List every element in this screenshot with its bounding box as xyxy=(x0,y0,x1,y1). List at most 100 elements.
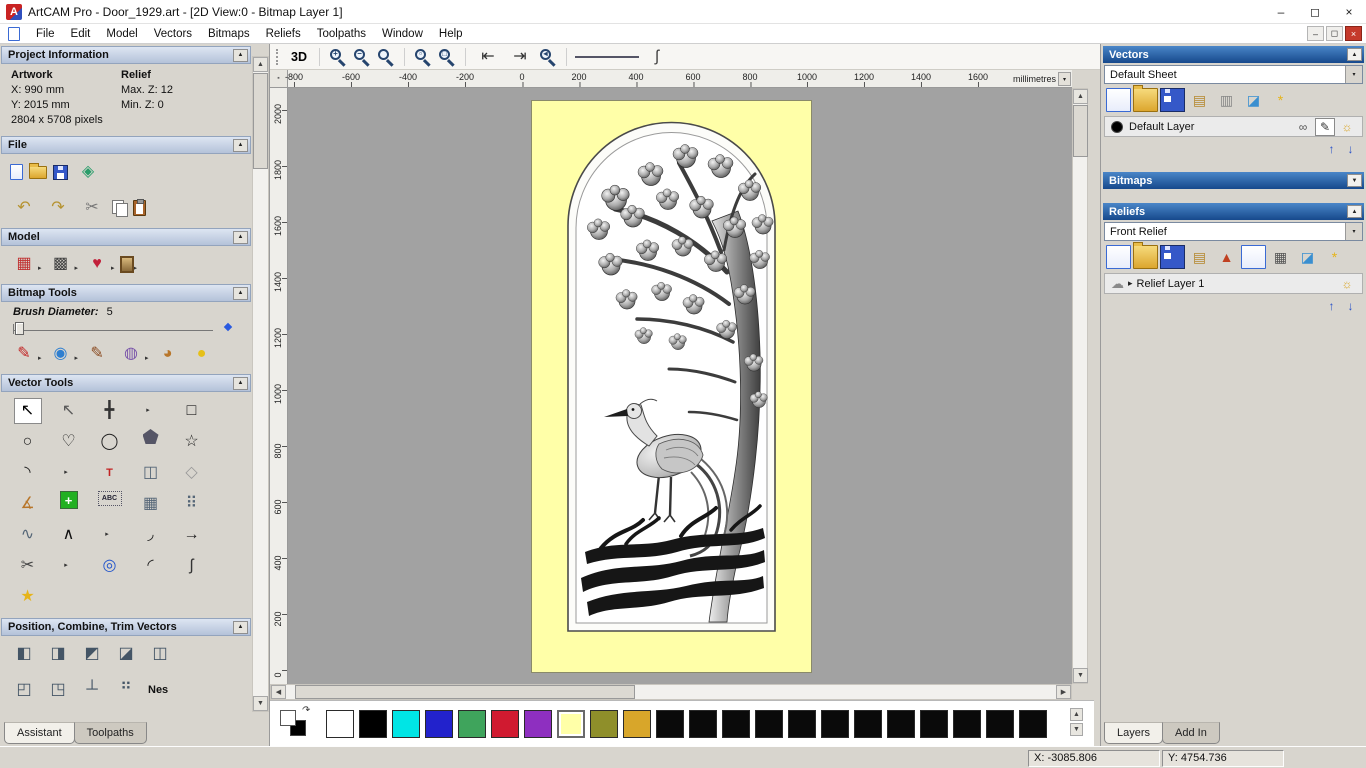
section-profile-icon[interactable]: ʃ xyxy=(178,553,206,579)
colour-swatch-black-10[interactable] xyxy=(920,709,948,738)
colour-swatch-black-2[interactable] xyxy=(656,709,684,738)
colour-blend-icon[interactable]: ◕ xyxy=(154,341,182,367)
nudge-icon[interactable]: ⠛ xyxy=(112,677,140,703)
colour-swatch-black-11[interactable] xyxy=(953,709,981,738)
collapse-reliefs-button[interactable]: ▲ xyxy=(1347,205,1362,218)
minimize-button[interactable]: – xyxy=(1264,0,1298,23)
scroll-down-button[interactable]: ▼ xyxy=(1073,668,1088,683)
canvas-horizontal-scrollbar[interactable]: ◀ ▶ xyxy=(270,684,1072,700)
align-top-icon[interactable]: ◩ xyxy=(78,641,106,667)
node-editing-icon[interactable]: ↖ xyxy=(55,398,83,424)
lips-relief-icon-menu[interactable]: ▸ xyxy=(111,264,115,272)
curve-fit-icon[interactable]: ∿ xyxy=(14,522,42,548)
relief-layer-down-icon[interactable]: ↓ xyxy=(1343,298,1358,313)
stack-relief-icon[interactable]: ▤ xyxy=(1187,245,1212,269)
paste-icon[interactable] xyxy=(133,199,146,216)
bezier-handle-icon[interactable]: ʃ xyxy=(643,44,671,70)
line-width-sample[interactable] xyxy=(574,55,639,58)
arc-tool-icon[interactable]: ◝ xyxy=(14,460,42,486)
fillet-tool-icon[interactable]: ◜ xyxy=(137,553,165,579)
polyline-tool-icon-menu[interactable]: ▸ xyxy=(105,530,109,548)
ellipse-tool-icon[interactable]: ◯ xyxy=(96,429,124,455)
polygon-tool-icon[interactable] xyxy=(142,429,159,444)
close-button[interactable]: × xyxy=(1332,0,1366,23)
star-tool-icon[interactable]: ☆ xyxy=(178,429,206,455)
text-tool-icon[interactable]: T xyxy=(104,460,115,486)
smooth-relief-icon[interactable]: ◪ xyxy=(1295,245,1320,269)
vector-layer-down-icon[interactable]: ↓ xyxy=(1343,141,1358,156)
collapse-model-button[interactable]: ▲ xyxy=(233,230,248,244)
view-3d-button[interactable]: 3D xyxy=(285,50,313,64)
nest-vectors-label[interactable]: Nes xyxy=(146,677,170,703)
polyline-tool-icon[interactable]: ∧ xyxy=(55,522,83,548)
vector-layer-colour[interactable] xyxy=(1111,120,1123,133)
align-bottom-icon[interactable]: ◪ xyxy=(112,641,140,667)
relief-select[interactable]: Front Relief ▾ xyxy=(1104,222,1363,241)
star-wizard-icon[interactable]: ★ xyxy=(14,584,42,610)
save-relief-icon[interactable] xyxy=(1160,245,1185,269)
trim-vectors-icon[interactable]: ✂ xyxy=(14,553,42,579)
assistant-scrollbar[interactable]: ▲ ▼ xyxy=(252,56,269,712)
new-sheet-icon[interactable] xyxy=(1106,88,1131,112)
colour-swatch-black-6[interactable] xyxy=(788,709,816,738)
flood-fill-icon[interactable]: ◍ xyxy=(117,341,145,367)
spread-icon[interactable]: ┴ xyxy=(78,677,106,703)
colour-swatch-cyan[interactable] xyxy=(392,709,420,738)
dock-left-icon[interactable]: ◰ xyxy=(10,677,38,703)
arc-tool-icon-menu[interactable]: ▸ xyxy=(64,468,68,486)
menu-bitmaps[interactable]: Bitmaps xyxy=(200,24,258,43)
colour-swatch-purple[interactable] xyxy=(524,709,552,738)
shape-editor-icon[interactable]: ♡ xyxy=(55,429,83,455)
colour-swatch-black-12[interactable] xyxy=(986,709,1014,738)
tab-toolpaths[interactable]: Toolpaths xyxy=(73,722,147,744)
dock-right-icon[interactable]: ◳ xyxy=(44,677,72,703)
pan-left-icon[interactable]: ⇤ xyxy=(474,44,502,70)
expand-relief-layer-icon[interactable]: ▸ xyxy=(1128,278,1133,289)
scroll-right-button[interactable]: ▶ xyxy=(1056,685,1071,699)
menu-reliefs[interactable]: Reliefs xyxy=(258,24,309,43)
menu-model[interactable]: Model xyxy=(98,24,145,43)
mdi-minimize-button[interactable]: – xyxy=(1307,26,1324,41)
load-image-icon-menu[interactable]: ▸ xyxy=(134,264,138,272)
open-vectors-icon[interactable] xyxy=(1133,85,1158,112)
mdi-restore-button[interactable]: ◻ xyxy=(1326,26,1343,41)
adjust-model-icon-menu[interactable]: ▸ xyxy=(75,264,79,272)
zoom-fit-icon[interactable]: □ xyxy=(437,47,457,67)
collapse-vector-tools-button[interactable]: ▲ xyxy=(233,376,248,390)
measure-icon[interactable]: ∡ xyxy=(14,491,42,517)
expand-bitmaps-button[interactable]: ▼ xyxy=(1347,174,1362,187)
relief-layer-up-icon[interactable]: ↑ xyxy=(1324,298,1339,313)
cut-icon[interactable]: ✂ xyxy=(78,195,106,221)
scroll-thumb[interactable] xyxy=(253,73,268,169)
transform-vectors-icon-menu[interactable]: ▸ xyxy=(146,406,150,424)
new-relief-icon[interactable] xyxy=(1106,245,1131,269)
paint-icon-menu[interactable]: ▸ xyxy=(38,354,42,362)
offset-tool-icon[interactable]: ◇ xyxy=(178,460,206,486)
zoom-in-icon[interactable]: + xyxy=(328,47,348,67)
flood-fill-icon-menu[interactable]: ▸ xyxy=(145,354,149,362)
collapse-project-information-button[interactable]: ▲ xyxy=(233,48,248,62)
menu-file[interactable]: File xyxy=(28,24,63,43)
collapse-file-button[interactable]: ▲ xyxy=(233,138,248,152)
align-left-icon[interactable]: ◧ xyxy=(10,641,38,667)
vector-layer-row[interactable]: Default Layer ∞ ✎ ☼ xyxy=(1104,116,1363,137)
zoom-objects-icon[interactable]: ▫ xyxy=(413,47,433,67)
brush-diameter-slider[interactable] xyxy=(13,318,239,336)
arc-segment-icon[interactable]: ◞ xyxy=(137,522,165,548)
relief-layer-row[interactable]: ☁ ▸ Relief Layer 1 ☼ xyxy=(1104,273,1363,294)
colour-swatch-gold[interactable] xyxy=(623,709,651,738)
set-model-size-icon[interactable]: ▦ xyxy=(10,251,38,277)
colour-swatch-black-5[interactable] xyxy=(755,709,783,738)
slider-handle[interactable] xyxy=(15,322,24,335)
colour-swatch-red[interactable] xyxy=(491,709,519,738)
chevron-down-icon[interactable]: ▾ xyxy=(1345,223,1362,240)
circle-tool-icon[interactable]: ○ xyxy=(14,429,42,455)
export-model-icon[interactable]: ◈ xyxy=(74,159,102,185)
primary-secondary-colour-selector[interactable]: ↷ xyxy=(278,705,316,740)
edit-pencil-icon[interactable]: ✎ xyxy=(1315,117,1335,136)
text-block-icon[interactable]: ABC xyxy=(97,491,122,506)
canvas[interactable] xyxy=(288,88,1072,684)
canvas-vertical-scrollbar[interactable]: ▲ ▼ xyxy=(1072,88,1088,684)
undo-icon[interactable]: ↶ xyxy=(10,195,38,221)
scroll-up-button[interactable]: ▲ xyxy=(253,57,268,72)
